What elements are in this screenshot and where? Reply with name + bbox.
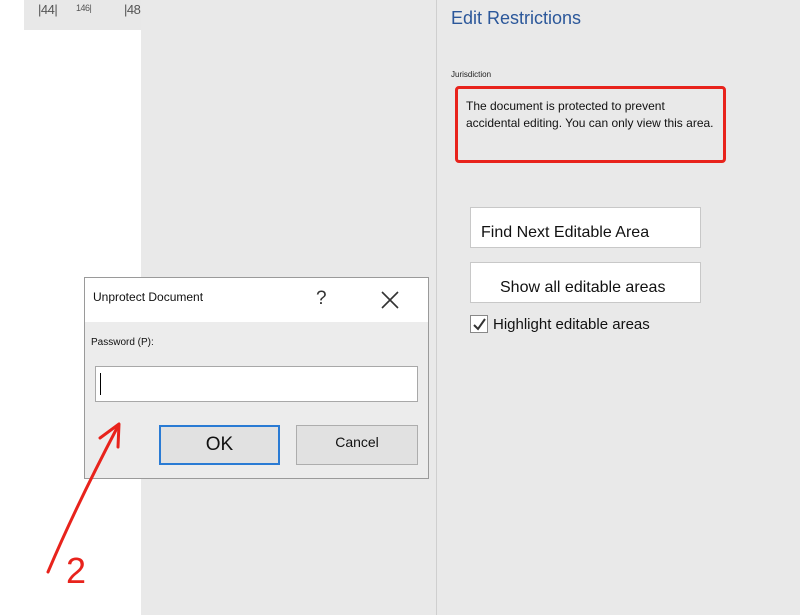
annotation-arrow-icon: [46, 422, 121, 574]
annotation-step-number: 2: [66, 550, 87, 591]
